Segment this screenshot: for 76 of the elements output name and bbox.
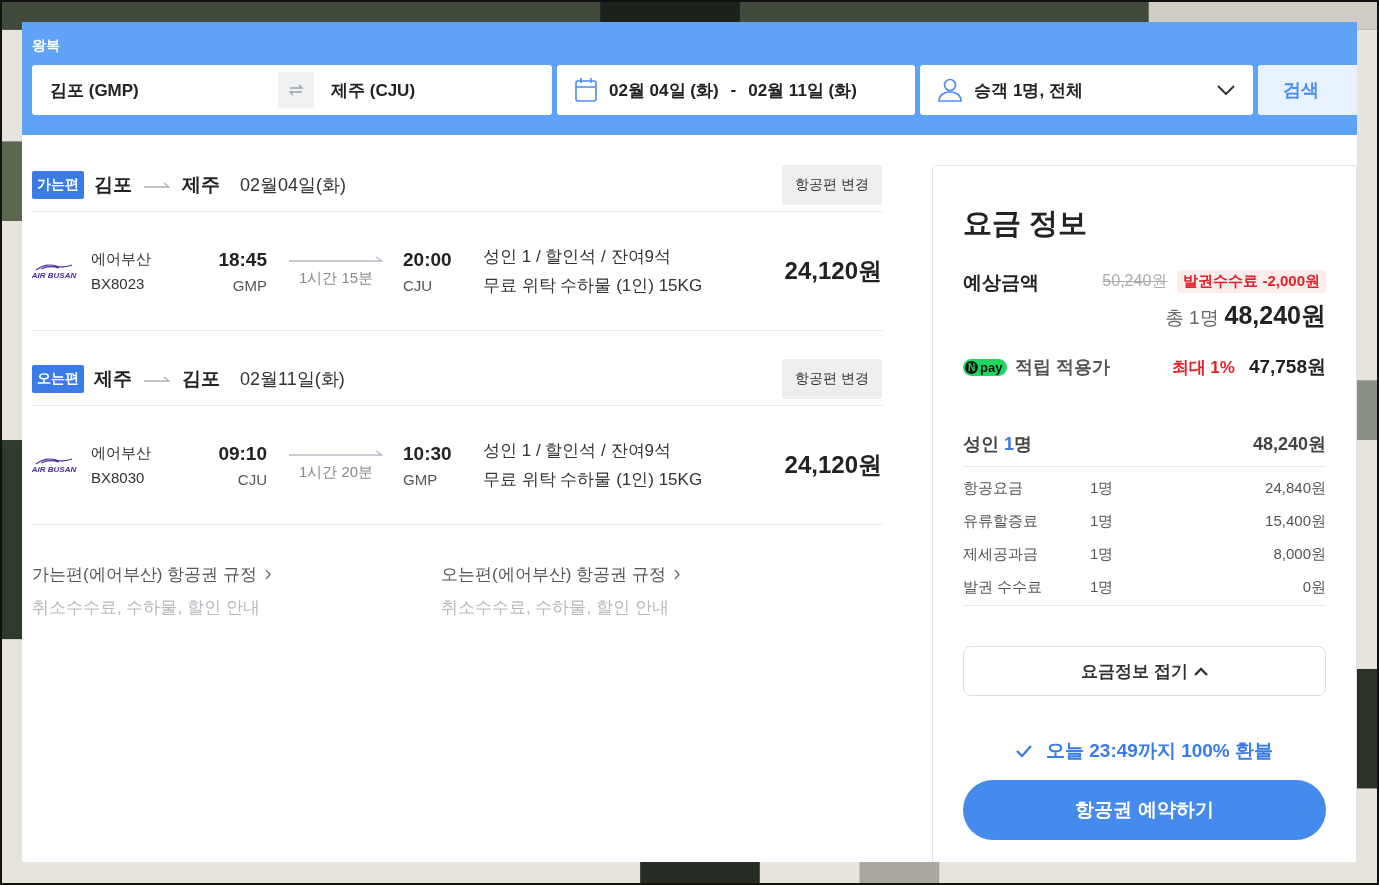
fare-item-count: 1명 <box>1090 545 1115 564</box>
npay-logo: N pay <box>963 358 1008 376</box>
person-icon <box>938 78 963 102</box>
arrival-airport: GMP <box>403 470 438 488</box>
fare-item-amount: 24,840원 <box>1265 479 1326 498</box>
destination-city: 김포 <box>182 367 220 391</box>
departure-airport: GMP <box>232 276 267 294</box>
arrival-airport: CJU <box>403 276 433 294</box>
fare-item-amount: 8,000원 <box>1273 545 1326 564</box>
arrival-time: 20:00 <box>403 248 452 271</box>
flight-duration: 1시간 15분 <box>298 268 374 288</box>
swap-icon <box>288 84 304 96</box>
flight-duration: 1시간 20분 <box>298 462 374 482</box>
chevron-up-icon <box>1193 666 1208 676</box>
flight-number: BX8030 <box>91 469 146 486</box>
total-label: 총 1명 <box>1164 306 1219 330</box>
date-separator: - <box>730 80 737 100</box>
origin-city: 김포 <box>94 173 132 197</box>
calendar-icon <box>574 78 597 102</box>
rules-description: 취소수수료, 수하물, 할인 안내 <box>441 597 670 619</box>
origin-city: 제주 <box>94 367 132 391</box>
fare-item-name: 제세공과금 <box>963 545 1039 564</box>
collapse-button[interactable]: 요금정보 접기 <box>963 646 1326 696</box>
seat-info: 성인 1 / 할인석 / 잔여9석 <box>483 246 672 268</box>
passenger-label: 성인 1명 <box>963 433 1033 456</box>
fare-item-count: 1명 <box>1090 479 1115 498</box>
airline-name: 에어부산 <box>91 444 152 463</box>
destination-city: 제주 <box>182 173 220 197</box>
chevron-right-icon <box>264 569 271 580</box>
airline-name: 에어부산 <box>91 250 152 269</box>
change-flight-button[interactable]: 항공편 변경 <box>782 359 882 399</box>
rules-description: 취소수수료, 수하물, 할인 안내 <box>32 597 261 619</box>
segment-badge: 오는편 <box>32 365 84 393</box>
segment-date: 02월04일(화) <box>240 174 348 197</box>
return-date[interactable]: 02월 11일 (화) <box>748 78 857 102</box>
segment-date: 02월11일(화) <box>240 368 346 391</box>
fare-rules-link[interactable]: 오는편(에어부산) 항공권 규정 <box>441 563 666 586</box>
departure-time: 09:10 <box>218 442 267 465</box>
passenger-total: 48,240원 <box>1252 433 1326 456</box>
segment-badge: 가는편 <box>32 171 84 199</box>
seat-info: 성인 1 / 할인석 / 잔여9석 <box>483 440 672 462</box>
fare-item-count: 1명 <box>1090 512 1115 531</box>
flight-number: BX8023 <box>91 275 146 292</box>
chevron-right-icon <box>673 569 680 580</box>
chevron-down-icon[interactable] <box>1217 85 1235 95</box>
npay-rate: 최대 1% <box>1171 356 1235 379</box>
refund-note: 오늘 23:49까지 100% 환불 <box>1046 739 1273 763</box>
departure-airport: CJU <box>237 470 267 488</box>
npay-price: 47,758원 <box>1248 355 1326 379</box>
fare-title: 요금 정보 <box>963 206 1089 241</box>
estimate-label: 예상금액 <box>963 271 1039 295</box>
npay-label: 적립 적용가 <box>1015 356 1112 379</box>
airline-logo: AIR BUSAN <box>32 262 76 280</box>
baggage-info: 무료 위탁 수하물 (1인) 15KG <box>483 275 704 297</box>
airline-logo: AIR BUSAN <box>32 456 76 474</box>
departure-time: 18:45 <box>218 248 267 271</box>
discount-badge: 발권수수료 -2,000원 <box>1177 270 1326 293</box>
baggage-info: 무료 위탁 수하물 (1인) 15KG <box>483 469 704 491</box>
origin-field[interactable]: 김포 (GMP) <box>50 78 278 102</box>
check-icon <box>1016 745 1032 757</box>
fare-item-amount: 15,400원 <box>1265 512 1326 531</box>
fare-item-name: 발권 수수료 <box>963 578 1044 597</box>
fare-item-count: 1명 <box>1090 578 1115 597</box>
change-flight-button[interactable]: 항공편 변경 <box>782 165 882 205</box>
flight-price: 24,120원 <box>784 256 882 286</box>
original-price: 50,240원 <box>1102 271 1168 291</box>
total-price: 48,240원 <box>1224 300 1326 331</box>
trip-type: 왕복 <box>32 37 60 55</box>
flight-price: 24,120원 <box>784 450 882 480</box>
destination-field[interactable]: 제주 (CJU) <box>331 78 416 102</box>
fare-item-name: 항공요금 <box>963 479 1024 498</box>
fare-item-amount: 0원 <box>1302 578 1326 597</box>
fare-item-name: 유류할증료 <box>963 512 1039 531</box>
fare-rules-link[interactable]: 가는편(에어부산) 항공권 규정 <box>32 563 257 586</box>
arrival-time: 10:30 <box>403 442 452 465</box>
depart-date[interactable]: 02월 04일 (화) <box>608 78 719 102</box>
